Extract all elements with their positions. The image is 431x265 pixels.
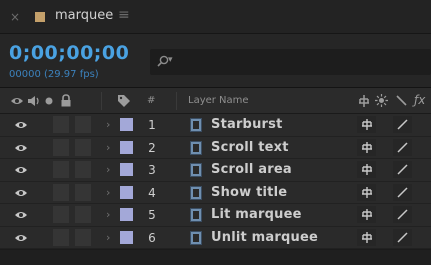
layer-name[interactable]: Starburst [211, 117, 283, 132]
panel-menu-icon[interactable]: ≡ [118, 7, 130, 23]
lock-switch[interactable] [75, 116, 91, 133]
shy-icon [362, 209, 372, 220]
lock-switch[interactable] [75, 206, 91, 223]
precomp-layer-icon [190, 230, 202, 245]
precomp-layer-icon [190, 140, 202, 155]
lock-switch[interactable] [75, 183, 91, 201]
layer-number-column-header[interactable]: # [147, 95, 155, 106]
visibility-eye-icon[interactable] [14, 165, 28, 175]
layer-number: 3 [148, 163, 156, 177]
label-color-swatch[interactable] [120, 185, 133, 199]
shy-icon [362, 119, 372, 130]
layer-row[interactable]: › 3 Scroll area [0, 159, 431, 182]
layer-column-header: # Layer Name ƒx [0, 88, 431, 114]
composition-tab-title[interactable]: marquee [55, 8, 113, 23]
layer-name[interactable]: Scroll text [211, 140, 289, 155]
composition-tab-bar: × marquee ≡ [0, 0, 431, 34]
quality-slash-icon [397, 209, 408, 220]
expand-chevron-icon[interactable]: › [106, 118, 110, 131]
timeline-footer [0, 250, 431, 265]
quality-slash-icon [397, 231, 408, 243]
solo-switch[interactable] [53, 161, 69, 178]
shy-icon [362, 141, 372, 153]
layer-row[interactable]: › 2 Scroll text [0, 136, 431, 159]
expand-chevron-icon[interactable]: › [106, 186, 110, 199]
visibility-eye-icon[interactable] [14, 120, 28, 130]
expand-chevron-icon[interactable]: › [106, 163, 110, 176]
shy-icon[interactable] [356, 94, 372, 108]
layer-search-input[interactable]: ▾ [150, 49, 431, 75]
shy-icon [362, 186, 372, 198]
expand-chevron-icon[interactable]: › [106, 208, 110, 221]
shy-icon [362, 231, 372, 243]
precomp-layer-icon [190, 118, 202, 132]
layer-number: 4 [148, 185, 156, 200]
quality-slash-icon [397, 164, 408, 175]
solo-switch[interactable] [53, 116, 69, 133]
label-color-swatch[interactable] [120, 140, 133, 154]
lock-switch[interactable] [75, 228, 91, 246]
lock-icon[interactable] [60, 94, 72, 107]
current-time-display[interactable]: 0;00;00;00 [9, 42, 129, 64]
layer-name[interactable]: Lit marquee [211, 207, 302, 222]
precomp-layer-icon [190, 208, 202, 222]
quality-slash-icon [397, 141, 408, 153]
layer-name-column-header[interactable]: Layer Name [188, 95, 249, 106]
effects-icon[interactable]: ƒx [414, 93, 425, 107]
collapse-transformations-icon[interactable] [375, 94, 388, 107]
solo-switch[interactable] [53, 138, 69, 156]
layer-row[interactable]: › 5 Lit marquee [0, 204, 431, 227]
visibility-eye-icon[interactable] [14, 188, 28, 198]
lock-switch[interactable] [75, 161, 91, 178]
label-color-swatch[interactable] [120, 163, 133, 176]
expand-chevron-icon[interactable]: › [106, 141, 110, 154]
quality-slash-icon [397, 119, 408, 130]
precomp-layer-icon [190, 163, 202, 177]
solo-switch[interactable] [53, 206, 69, 223]
label-color-swatch[interactable] [120, 208, 133, 221]
visibility-eye-icon[interactable] [14, 233, 28, 243]
layer-row[interactable]: › 6 Unlit marquee [0, 226, 431, 249]
layer-number: 5 [148, 208, 156, 222]
layer-name[interactable]: Unlit marquee [211, 230, 318, 245]
layer-number: 6 [148, 230, 156, 245]
expand-chevron-icon[interactable]: › [106, 231, 110, 244]
visibility-eye-icon[interactable] [14, 143, 28, 153]
solo-switch[interactable] [53, 228, 69, 246]
precomp-layer-icon [190, 185, 202, 200]
layer-name[interactable]: Scroll area [211, 162, 292, 177]
column-divider [101, 92, 102, 110]
frame-rate-info: 00000 (29.97 fps) [9, 69, 99, 80]
label-color-swatch[interactable] [120, 118, 133, 131]
layer-number: 1 [148, 118, 156, 132]
lock-switch[interactable] [75, 138, 91, 156]
timeline-header: 0;00;00;00 00000 (29.97 fps) ▾ [0, 34, 431, 88]
layer-row[interactable]: › 4 Show title [0, 181, 431, 204]
layer-list: › 1 Starburst › 2 Scroll text › 3 Scroll… [0, 114, 431, 249]
quality-icon[interactable] [395, 94, 408, 107]
solo-switch[interactable] [53, 183, 69, 201]
audio-icon[interactable] [27, 95, 41, 107]
layer-row[interactable]: › 1 Starburst [0, 114, 431, 137]
column-divider [176, 92, 177, 110]
quality-slash-icon [397, 186, 408, 198]
search-options-chevron-icon[interactable]: ▾ [168, 55, 173, 65]
label-tag-icon[interactable] [117, 94, 131, 108]
video-visibility-icon[interactable] [10, 96, 24, 106]
shy-icon [362, 164, 372, 175]
solo-icon[interactable] [45, 97, 53, 105]
composition-color-swatch [35, 12, 45, 22]
layer-number: 2 [148, 140, 156, 155]
close-tab-icon[interactable]: × [10, 10, 20, 24]
visibility-eye-icon[interactable] [14, 210, 28, 220]
label-color-swatch[interactable] [120, 230, 133, 244]
layer-name[interactable]: Show title [211, 185, 287, 200]
